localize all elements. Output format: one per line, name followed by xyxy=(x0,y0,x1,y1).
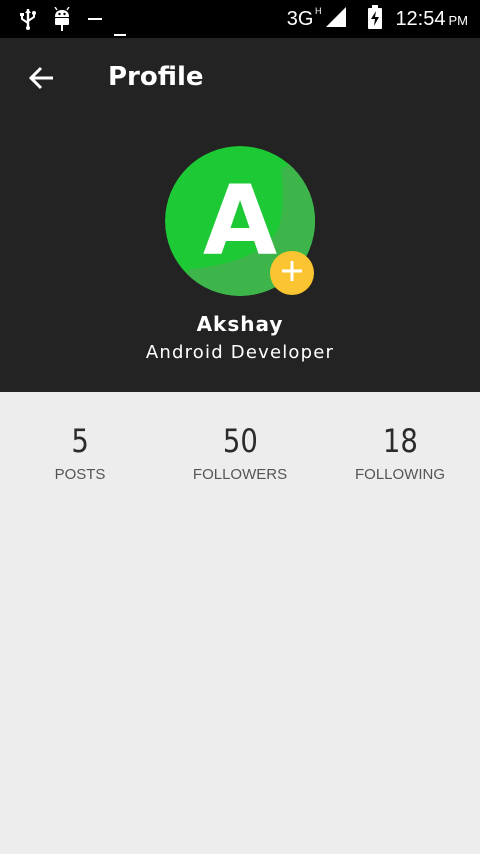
notification-dash xyxy=(88,18,102,20)
stat-followers[interactable]: 50 FOLLOWERS xyxy=(160,392,320,502)
stat-value: 18 xyxy=(382,422,418,460)
clock-ampm: PM xyxy=(448,12,469,28)
status-left-icons xyxy=(18,6,102,32)
network-type: 3G H xyxy=(286,6,322,31)
status-bar: 3G H 12:54 PM xyxy=(0,0,480,38)
add-photo-button[interactable] xyxy=(270,251,314,295)
usb-icon xyxy=(18,8,38,30)
status-right-icons: 3G H 12:54 PM xyxy=(287,4,468,34)
stats-row: 5 POSTS 50 FOLLOWERS 18 FOLLOWING xyxy=(0,392,480,502)
profile-name: Akshay xyxy=(196,312,284,336)
page-title: Profile xyxy=(108,62,204,92)
plus-icon xyxy=(280,259,304,288)
profile-header: Profile A Akshay Android Developer xyxy=(0,38,480,392)
status-underscore xyxy=(114,34,126,36)
battery-charging-icon xyxy=(367,4,383,34)
arrow-left-icon xyxy=(28,64,56,97)
avatar-container: A xyxy=(165,146,315,296)
stat-label: FOLLOWING xyxy=(354,466,445,483)
stat-label: FOLLOWERS xyxy=(192,466,288,483)
network-type-label: 3G xyxy=(286,7,314,30)
clock: 12:54 PM xyxy=(395,8,468,31)
android-debug-icon xyxy=(52,7,72,31)
profile-role: Android Developer xyxy=(145,342,335,363)
back-button[interactable] xyxy=(22,60,62,100)
stat-label: POSTS xyxy=(54,466,106,483)
stat-posts[interactable]: 5 POSTS xyxy=(0,392,160,502)
clock-time: 12:54 xyxy=(395,7,446,30)
stat-value: 5 xyxy=(71,422,89,460)
stat-value: 50 xyxy=(222,422,258,460)
network-sub-label: H xyxy=(314,5,322,16)
stat-following[interactable]: 18 FOLLOWING xyxy=(320,392,480,502)
signal-icon xyxy=(325,6,347,33)
